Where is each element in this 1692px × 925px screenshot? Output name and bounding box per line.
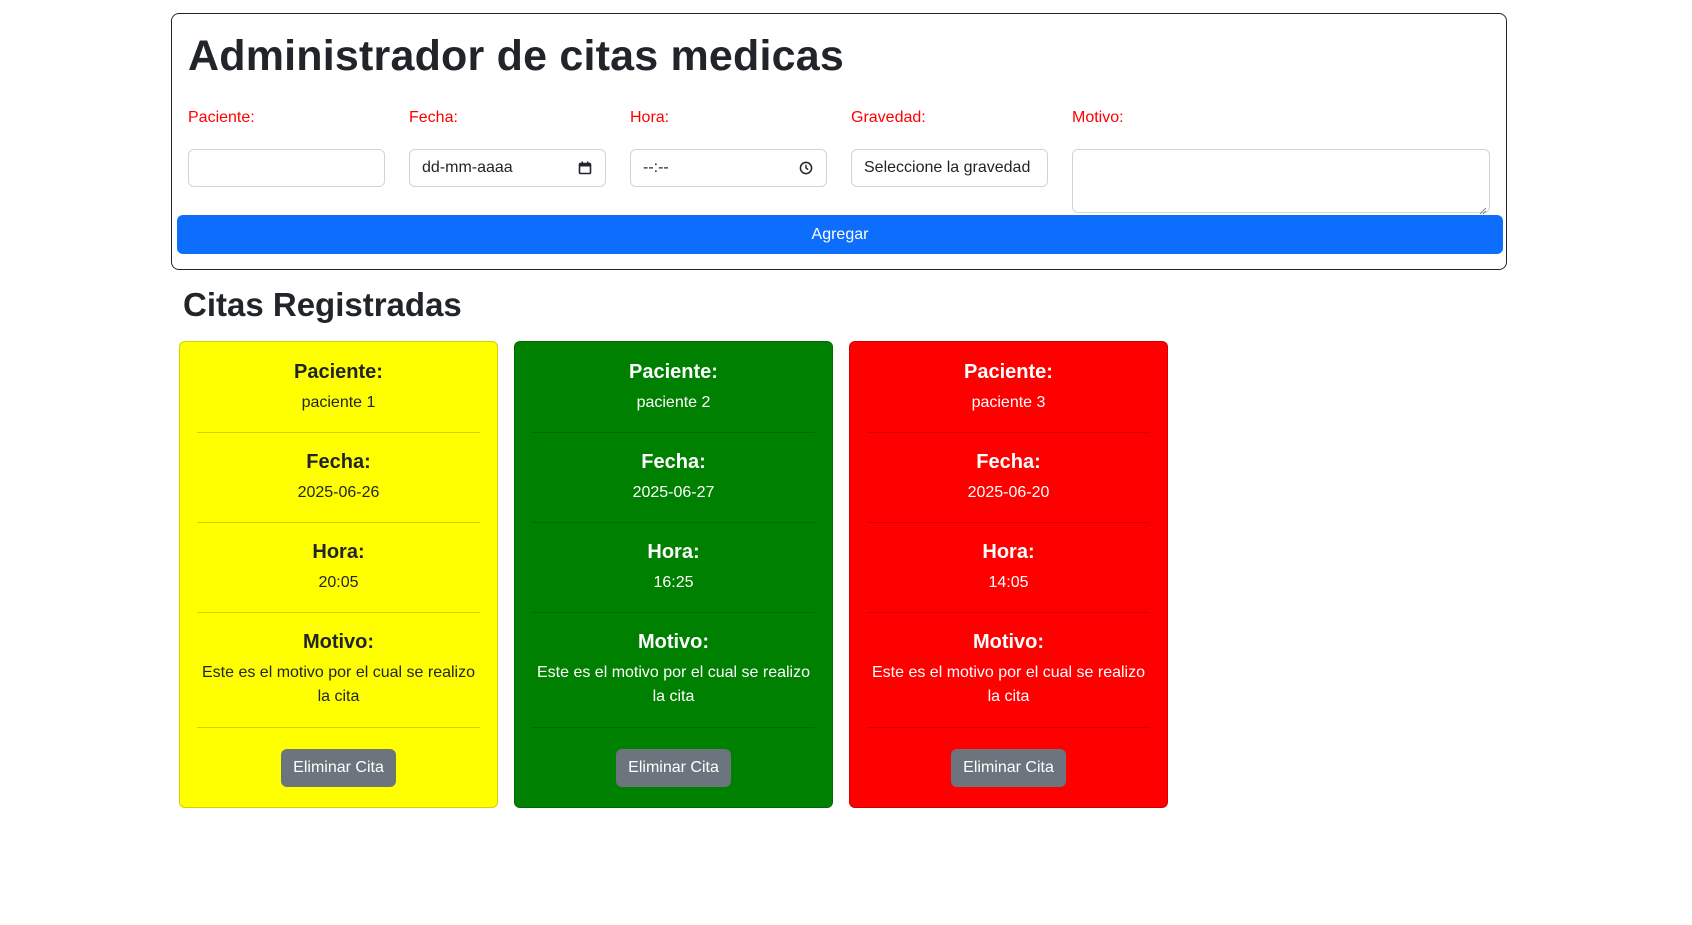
hora-value: 16:25 bbox=[653, 574, 694, 591]
paciente-heading: Paciente: bbox=[294, 361, 383, 383]
card-hora-section: Hora: 20:05 bbox=[197, 523, 480, 613]
paciente-value: paciente 3 bbox=[971, 394, 1046, 411]
fecha-value: 2025-06-26 bbox=[297, 484, 380, 501]
paciente-label: Paciente: bbox=[188, 109, 255, 126]
gravedad-label: Gravedad: bbox=[851, 109, 926, 126]
card-fecha-section: Fecha: 2025-06-27 bbox=[532, 433, 815, 523]
paciente-heading: Paciente: bbox=[629, 361, 718, 383]
card-fecha-section: Fecha: 2025-06-26 bbox=[197, 433, 480, 523]
card-motivo-section: Motivo: Este es el motivo por el cual se… bbox=[532, 613, 815, 728]
motivo-value: Este es el motivo por el cual se realizo… bbox=[536, 664, 810, 705]
fecha-date-input[interactable]: dd-mm-aaaa bbox=[409, 149, 606, 187]
gravedad-select[interactable]: Seleccione la gravedad bbox=[851, 149, 1048, 187]
hora-heading: Hora: bbox=[647, 541, 700, 563]
card-paciente-section: Paciente: paciente 2 bbox=[532, 342, 815, 433]
hora-heading: Hora: bbox=[982, 541, 1035, 563]
fecha-placeholder: dd-mm-aaaa bbox=[422, 159, 513, 176]
motivo-heading: Motivo: bbox=[637, 631, 710, 653]
hora-value: 20:05 bbox=[318, 574, 359, 591]
fecha-heading: Fecha: bbox=[641, 451, 706, 473]
eliminar-cita-button[interactable]: Eliminar Cita bbox=[951, 749, 1066, 787]
motivo-field-group: Motivo: bbox=[1072, 106, 1490, 215]
eliminar-cita-button[interactable]: Eliminar Cita bbox=[281, 749, 396, 787]
card-fecha-section: Fecha: 2025-06-20 bbox=[867, 433, 1150, 523]
motivo-heading: Motivo: bbox=[972, 631, 1045, 653]
fecha-heading: Fecha: bbox=[306, 451, 371, 473]
hora-value: 14:05 bbox=[988, 574, 1029, 591]
gravedad-field-group: Gravedad: Seleccione la gravedad bbox=[851, 106, 1048, 187]
page-title: Administrador de citas medicas bbox=[188, 32, 844, 80]
fecha-heading: Fecha: bbox=[976, 451, 1041, 473]
motivo-label: Motivo: bbox=[1072, 109, 1124, 126]
motivo-heading: Motivo: bbox=[302, 631, 375, 653]
gravedad-selected-value: Seleccione la gravedad bbox=[864, 159, 1031, 176]
fecha-value: 2025-06-20 bbox=[967, 484, 1050, 501]
agregar-button[interactable]: Agregar bbox=[177, 215, 1503, 254]
appointment-card: Paciente: paciente 2 Fecha: 2025-06-27 H… bbox=[514, 341, 833, 808]
motivo-value: Este es el motivo por el cual se realizo… bbox=[201, 664, 475, 705]
eliminar-cita-button[interactable]: Eliminar Cita bbox=[616, 749, 731, 787]
card-motivo-section: Motivo: Este es el motivo por el cual se… bbox=[867, 613, 1150, 728]
paciente-value: paciente 1 bbox=[301, 394, 376, 411]
hora-placeholder: --:-- bbox=[643, 159, 669, 176]
paciente-value: paciente 2 bbox=[636, 394, 711, 411]
hora-time-input[interactable]: --:-- bbox=[630, 149, 827, 187]
appointment-card: Paciente: paciente 1 Fecha: 2025-06-26 H… bbox=[179, 341, 498, 808]
motivo-value: Este es el motivo por el cual se realizo… bbox=[871, 664, 1145, 705]
paciente-input[interactable] bbox=[188, 149, 385, 187]
motivo-textarea[interactable] bbox=[1072, 149, 1490, 215]
fecha-label: Fecha: bbox=[409, 109, 458, 126]
card-hora-section: Hora: 14:05 bbox=[867, 523, 1150, 613]
hora-field-group: Hora: --:-- bbox=[630, 106, 827, 187]
calendar-icon[interactable] bbox=[577, 160, 593, 176]
card-paciente-section: Paciente: paciente 3 bbox=[867, 342, 1150, 433]
appointment-form: Administrador de citas medicas Paciente:… bbox=[171, 13, 1507, 270]
fecha-field-group: Fecha: dd-mm-aaaa bbox=[409, 106, 606, 187]
card-paciente-section: Paciente: paciente 1 bbox=[197, 342, 480, 433]
paciente-field-group: Paciente: bbox=[188, 106, 385, 187]
section-title: Citas Registradas bbox=[183, 286, 462, 323]
hora-label: Hora: bbox=[630, 109, 670, 126]
paciente-heading: Paciente: bbox=[964, 361, 1053, 383]
resize-handle-icon[interactable] bbox=[1479, 202, 1487, 215]
card-motivo-section: Motivo: Este es el motivo por el cual se… bbox=[197, 613, 480, 728]
appointment-card: Paciente: paciente 3 Fecha: 2025-06-20 H… bbox=[849, 341, 1168, 808]
hora-heading: Hora: bbox=[312, 541, 365, 563]
clock-icon[interactable] bbox=[798, 160, 814, 176]
fecha-value: 2025-06-27 bbox=[632, 484, 715, 501]
card-hora-section: Hora: 16:25 bbox=[532, 523, 815, 613]
